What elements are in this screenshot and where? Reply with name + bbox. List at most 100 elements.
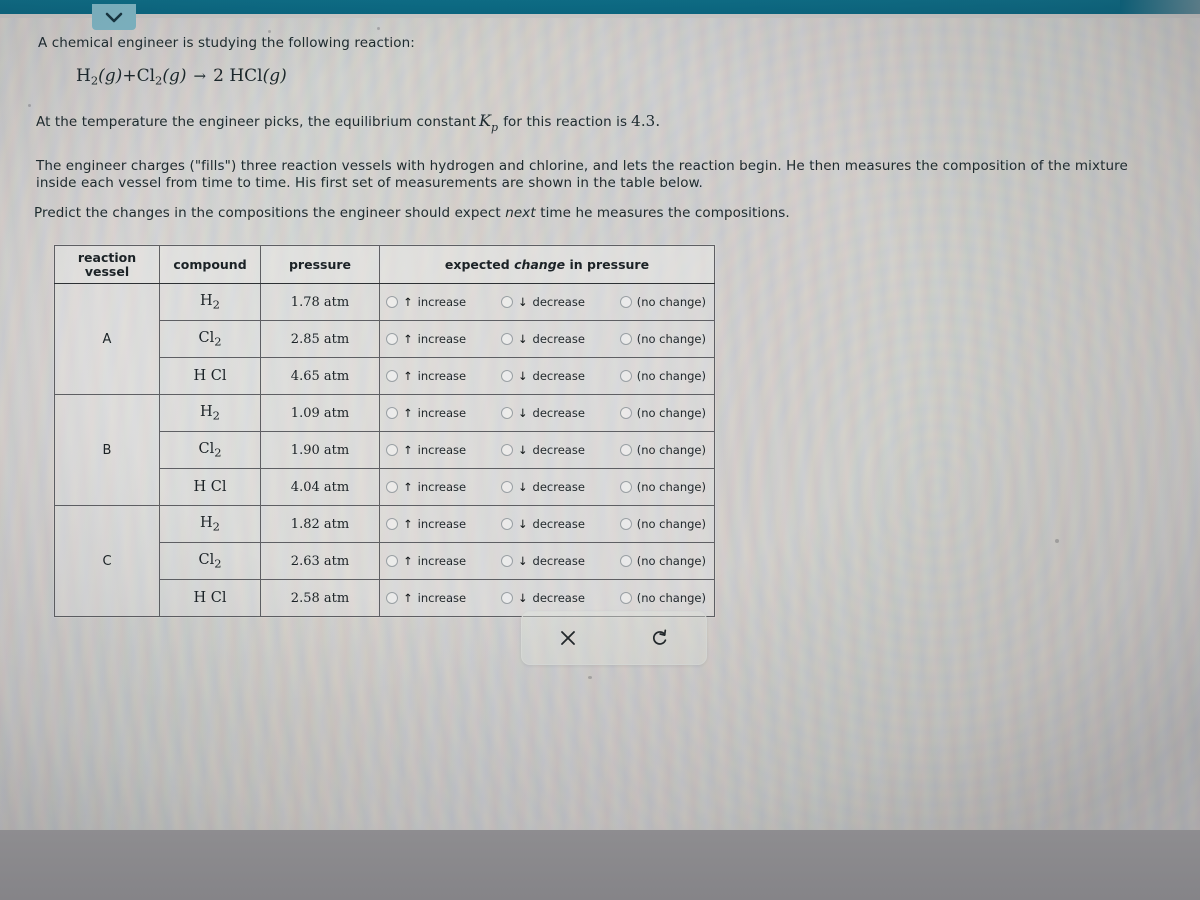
header-change-emphasis: change [514,256,566,272]
compound-formula: H2 [159,283,261,321]
arrow-up-icon: ↑ [403,591,413,605]
kp-value: 4.3 [631,112,656,130]
expected-change-cell: ↑ increase ↓ decrease (no change) [379,542,715,580]
radio-option-decrease[interactable]: ↓ decrease [500,591,585,605]
radio-option-decrease[interactable]: ↓ decrease [500,295,585,309]
reset-button[interactable] [614,612,706,664]
pressure-value: 2.58 atm [260,579,380,617]
compound-formula: H2 [159,505,261,543]
radio-option-label: decrease [532,443,585,457]
radio-group: ↑ increase ↓ decrease (no change) [380,470,714,505]
radio-option-increase[interactable]: ↑ increase [386,406,466,420]
radio-circle-icon[interactable] [500,592,513,604]
radio-circle-icon[interactable] [619,518,632,530]
radio-option-decrease[interactable]: ↓ decrease [500,554,585,568]
radio-circle-icon[interactable] [619,370,632,382]
arrow-down-icon: ↓ [517,443,528,457]
radio-circle-icon[interactable] [619,407,632,419]
radio-circle-icon[interactable] [386,370,398,382]
pressure-value: 1.90 atm [260,431,380,469]
radio-circle-icon[interactable] [386,592,398,604]
radio-circle-icon[interactable] [386,518,398,530]
header-change-after: in pressure [569,256,650,272]
radio-circle-icon[interactable] [619,333,632,345]
radio-circle-icon[interactable] [386,296,398,308]
radio-option-increase[interactable]: ↑ increase [386,295,466,309]
radio-circle-icon[interactable] [500,370,513,382]
compound-formula: H Cl [159,357,261,395]
arrow-up-icon: ↑ [403,406,413,420]
screen-area: A chemical engineer is studying the foll… [0,0,1200,830]
radio-option-no-change[interactable]: (no change) [619,554,706,568]
radio-option-label: increase [417,480,467,494]
radio-circle-icon[interactable] [500,296,513,308]
radio-circle-icon[interactable] [386,481,398,493]
expected-change-cell: ↑ increase ↓ decrease (no change) [379,394,715,432]
radio-option-no-change[interactable]: (no change) [619,332,706,346]
radio-option-label: decrease [532,295,585,309]
radio-group: ↑ increase ↓ decrease (no change) [380,359,714,394]
radio-option-no-change[interactable]: (no change) [619,406,706,420]
radio-circle-icon[interactable] [386,333,398,345]
radio-option-no-change[interactable]: (no change) [619,480,706,494]
radio-option-label: increase [417,332,467,346]
radio-option-increase[interactable]: ↑ increase [386,480,466,494]
radio-circle-icon[interactable] [500,333,513,345]
radio-option-no-change[interactable]: (no change) [619,369,706,383]
radio-option-increase[interactable]: ↑ increase [386,443,466,457]
radio-option-no-change[interactable]: (no change) [619,443,706,457]
device-bezel [0,830,1200,900]
radio-option-increase[interactable]: ↑ increase [386,517,466,531]
radio-option-no-change[interactable]: (no change) [619,517,706,531]
radio-option-no-change[interactable]: (no change) [619,295,706,309]
kp-sentence-before: At the temperature the engineer picks, t… [36,114,476,130]
equation-reactant-1: H2(g) [76,66,123,88]
radio-option-decrease[interactable]: ↓ decrease [500,369,585,383]
pressure-value: 2.85 atm [260,320,380,358]
compound-subscript: 2 [212,519,220,534]
radio-option-decrease[interactable]: ↓ decrease [500,443,585,457]
radio-option-label: decrease [532,517,585,531]
radio-group: ↑ increase ↓ decrease (no change) [380,285,714,320]
arrow-down-icon: ↓ [517,369,528,383]
radio-circle-icon[interactable] [386,555,398,567]
radio-option-label: increase [417,554,467,568]
radio-circle-icon[interactable] [500,481,513,493]
radio-option-decrease[interactable]: ↓ decrease [500,517,585,531]
radio-option-label: (no change) [636,443,706,457]
radio-circle-icon[interactable] [619,296,632,308]
radio-circle-icon[interactable] [386,407,398,419]
radio-option-label: decrease [532,480,585,494]
arrow-up-icon: ↑ [403,517,413,531]
radio-circle-icon[interactable] [386,444,398,456]
radio-option-increase[interactable]: ↑ increase [386,332,466,346]
radio-option-decrease[interactable]: ↓ decrease [500,406,585,420]
radio-circle-icon[interactable] [619,444,632,456]
clear-button[interactable] [522,612,614,664]
radio-option-decrease[interactable]: ↓ decrease [500,480,585,494]
radio-option-label: increase [417,369,467,383]
radio-option-increase[interactable]: ↑ increase [386,591,466,605]
radio-option-increase[interactable]: ↑ increase [386,369,466,383]
radio-circle-icon[interactable] [619,592,632,604]
prompt-after: time he measures the compositions. [540,205,790,221]
radio-option-label: increase [417,443,467,457]
prompt-emphasis: next [505,205,536,221]
radio-group: ↑ increase ↓ decrease (no change) [380,544,714,579]
radio-circle-icon[interactable] [500,555,513,567]
radio-circle-icon[interactable] [619,481,632,493]
expected-change-cell: ↑ increase ↓ decrease (no change) [379,283,715,321]
radio-circle-icon[interactable] [500,407,513,419]
radio-option-no-change[interactable]: (no change) [619,591,706,605]
radio-circle-icon[interactable] [500,518,513,530]
radio-option-label: decrease [532,591,585,605]
header-vessel-line-1: reaction [77,249,137,265]
radio-group: ↑ increase ↓ decrease (no change) [380,322,714,357]
table-row: C H2 1.82 atm ↑ increase ↓ decrease (no change) [54,505,715,617]
scenario-paragraph: The engineer charges ("fills") three rea… [36,158,1186,192]
radio-circle-icon[interactable] [500,444,513,456]
radio-option-increase[interactable]: ↑ increase [386,554,466,568]
radio-circle-icon[interactable] [619,555,632,567]
radio-option-decrease[interactable]: ↓ decrease [500,332,585,346]
radio-group: ↑ increase ↓ decrease (no change) [380,433,714,468]
